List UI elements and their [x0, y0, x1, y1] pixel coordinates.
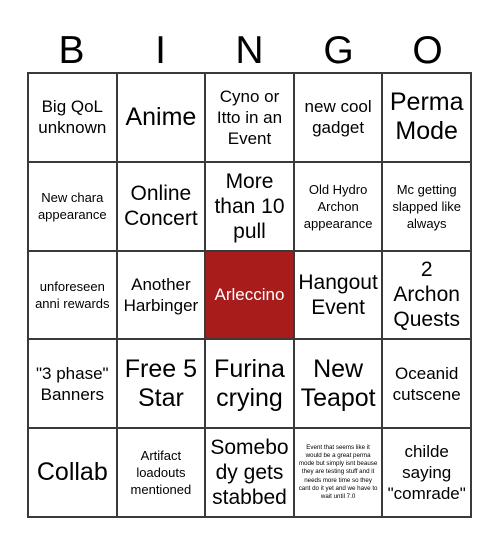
bingo-cell-label: Collab — [36, 458, 108, 487]
bingo-card: B I N G O Big QoL unknown Anime Cyno or It… — [0, 0, 500, 544]
bingo-cell[interactable]: Another Harbinger — [117, 251, 207, 341]
bingo-cell-label: Artifact loadouts mentioned — [130, 448, 192, 498]
bingo-cell-label: "3 phase" Banners — [36, 363, 109, 404]
bingo-cell-label: Perma Mode — [389, 88, 464, 146]
bingo-cell[interactable]: childe saying "comrade" — [383, 429, 472, 518]
bingo-letter-b: B — [27, 14, 116, 72]
bingo-cell[interactable]: Old Hydro Archon appearance — [294, 162, 384, 252]
bingo-letter-g-label: G — [323, 29, 354, 72]
bingo-cell-label: new cool gadget — [304, 97, 372, 138]
bingo-letter-g: G — [294, 14, 383, 72]
bingo-cell-label: 2 Archon Quests — [393, 258, 460, 332]
bingo-cell[interactable]: Cyno or Itto in an Event — [206, 74, 295, 163]
bingo-letter-n-label: N — [235, 29, 264, 72]
bingo-letter-o-label: O — [412, 29, 443, 72]
bingo-cell[interactable]: Arleccino — [206, 251, 295, 341]
bingo-cell-label: unforeseen anni rewards — [35, 278, 110, 311]
bingo-cell-label: Hangout Event — [298, 270, 378, 319]
bingo-cell[interactable]: More than 10 pull — [206, 162, 295, 252]
bingo-grid: Big QoL unknown Anime Cyno or Itto in an E… — [27, 72, 472, 518]
bingo-cell-label: Furina crying — [214, 354, 285, 412]
bingo-cell[interactable]: unforeseen anni rewards — [29, 251, 118, 341]
bingo-cell-label: Event that seems like it would be a grea… — [298, 443, 378, 501]
bingo-letter-i: I — [116, 14, 205, 72]
bingo-header: B I N G O — [27, 14, 472, 72]
bingo-cell-label: Mc getting slapped like always — [392, 181, 462, 231]
bingo-cell[interactable]: Artifact loadouts mentioned — [117, 429, 207, 518]
bingo-cell-label: childe saying "comrade" — [387, 442, 466, 504]
bingo-cell-label: Free 5 Star — [124, 354, 198, 412]
bingo-letter-i-label: I — [155, 29, 166, 72]
bingo-cell[interactable]: Online Concert — [117, 162, 207, 252]
bingo-cell-label: Arleccino — [214, 285, 285, 305]
bingo-cell[interactable]: Furina crying — [206, 340, 295, 430]
bingo-cell[interactable]: new cool gadget — [294, 74, 384, 163]
bingo-cell-label: Oceanid cutscene — [392, 363, 461, 404]
bingo-letter-b-label: B — [58, 29, 85, 72]
bingo-cell[interactable]: Mc getting slapped like always — [383, 162, 472, 252]
bingo-cell[interactable]: Somebody gets stabbed — [206, 429, 295, 518]
bingo-letter-o: O — [383, 14, 472, 72]
bingo-cell[interactable]: 2 Archon Quests — [383, 251, 472, 341]
bingo-cell-label: Another Harbinger — [123, 274, 199, 315]
bingo-cell-label: More than 10 pull — [214, 169, 285, 243]
bingo-letter-n: N — [205, 14, 294, 72]
bingo-cell[interactable]: Big QoL unknown — [29, 74, 118, 163]
bingo-cell[interactable]: Free 5 Star — [117, 340, 207, 430]
bingo-cell-label: Online Concert — [124, 182, 198, 231]
bingo-cell[interactable]: Hangout Event — [294, 251, 384, 341]
bingo-cell-label: New Teapot — [300, 354, 376, 412]
bingo-cell-label: Anime — [125, 102, 197, 131]
bingo-cell[interactable]: Perma Mode — [383, 74, 472, 163]
bingo-cell-label: Cyno or Itto in an Event — [216, 86, 283, 148]
bingo-cell[interactable]: Collab — [29, 429, 118, 518]
bingo-cell[interactable]: New Teapot — [294, 340, 384, 430]
bingo-cell[interactable]: Oceanid cutscene — [383, 340, 472, 430]
bingo-cell-label: Somebody gets stabbed — [210, 436, 289, 510]
bingo-cell[interactable]: Event that seems like it would be a grea… — [294, 429, 384, 518]
bingo-cell[interactable]: Anime — [117, 74, 207, 163]
bingo-cell-label: Big QoL unknown — [38, 97, 107, 138]
bingo-cell[interactable]: "3 phase" Banners — [29, 340, 118, 430]
bingo-cell-label: New chara appearance — [37, 190, 107, 223]
bingo-cell-label: Old Hydro Archon appearance — [303, 181, 373, 231]
bingo-cell[interactable]: New chara appearance — [29, 162, 118, 252]
